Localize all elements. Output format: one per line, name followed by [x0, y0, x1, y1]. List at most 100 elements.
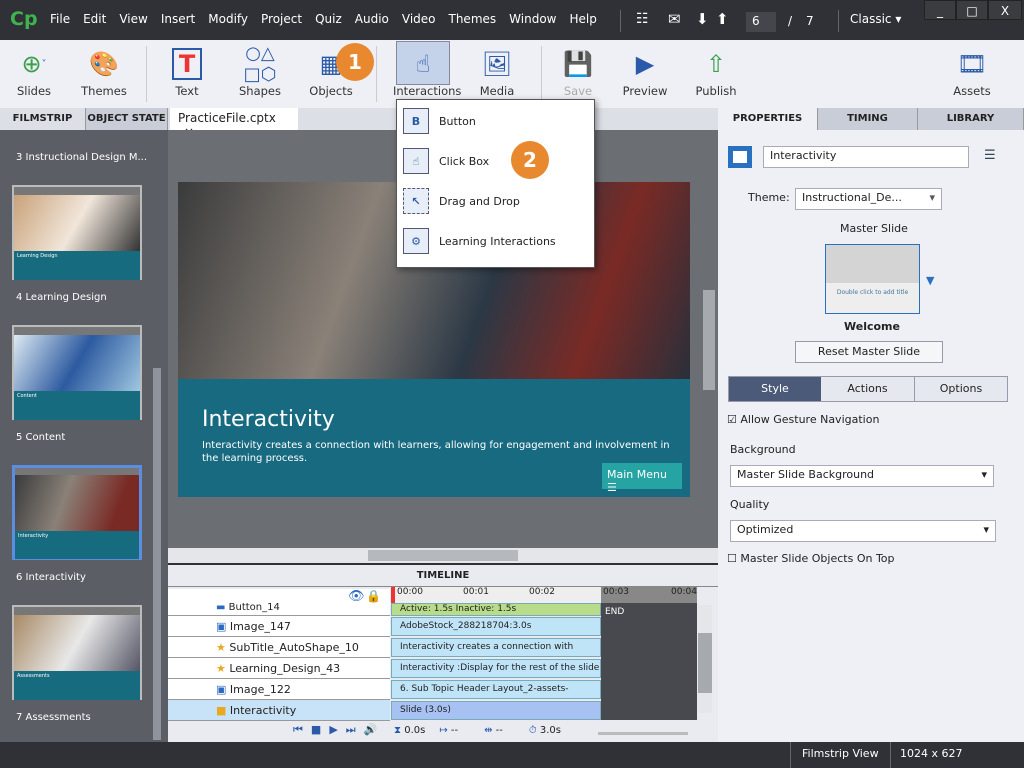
- assets-button[interactable]: 🎞 Assets: [942, 44, 1002, 98]
- shapes-button[interactable]: ○△ □⬡ Shapes: [230, 43, 290, 98]
- menu-insert[interactable]: Insert: [161, 12, 195, 26]
- menu-quiz[interactable]: Quiz: [315, 12, 342, 26]
- audio-icon: 🔊: [363, 723, 386, 736]
- themes-button[interactable]: 🎨 Themes: [74, 44, 134, 98]
- page-input[interactable]: 6: [746, 12, 776, 32]
- publish-button[interactable]: ⇧ Publish: [686, 44, 746, 98]
- slides-button[interactable]: ⊕ ˅ Slides: [4, 44, 64, 98]
- close-button[interactable]: X: [988, 0, 1022, 20]
- eye-icon[interactable]: 👁: [348, 589, 365, 604]
- timeline-end-area: END: [601, 603, 697, 720]
- timeline-row[interactable]: ▣ Image_122: [168, 679, 390, 700]
- timeline-row-selected[interactable]: ■ Interactivity: [168, 700, 390, 721]
- timeline-bar[interactable]: Slide (3.0s): [391, 701, 601, 720]
- menu-item-learning-interactions[interactable]: ⚙ Learning Interactions: [397, 221, 594, 261]
- slide-thumbnail[interactable]: Assessments: [12, 605, 142, 701]
- tab-timing[interactable]: TIMING: [818, 108, 918, 130]
- timeline-bar[interactable]: 6. Sub Topic Header Layout_2-assets-02:3…: [391, 680, 601, 711]
- stage-hscrollbar[interactable]: [168, 548, 718, 563]
- minimize-button[interactable]: _: [924, 0, 956, 20]
- maximize-button[interactable]: □: [956, 0, 988, 20]
- media-button[interactable]: 🖼 Media: [467, 44, 527, 98]
- time-ruler[interactable]: 00:00 00:01 00:02: [391, 587, 601, 603]
- slide-thumbnail-selected[interactable]: Interactivity: [12, 465, 142, 560]
- subtab-style[interactable]: Style: [729, 377, 821, 401]
- filmstrip-scrollbar[interactable]: [153, 368, 161, 740]
- tick: 00:04: [671, 587, 697, 597]
- quality-dropdown[interactable]: Optimized ▾: [730, 520, 996, 542]
- slide-name-input[interactable]: Interactivity: [763, 146, 969, 168]
- tab-document[interactable]: PracticeFile.cptx ×: [170, 108, 298, 139]
- lock-icon[interactable]: 🔒: [366, 589, 381, 603]
- mail-icon[interactable]: ✉: [668, 10, 681, 28]
- arrow-down-icon[interactable]: ⬇: [696, 10, 709, 28]
- tab-properties[interactable]: PROPERTIES: [718, 108, 818, 130]
- preview-button[interactable]: ▶ Preview: [615, 44, 675, 98]
- playback-controls[interactable]: ⏮■▶⏭🔊: [293, 723, 385, 737]
- background-dropdown[interactable]: Master Slide Background ▾: [730, 465, 994, 487]
- total-pages: 7: [806, 14, 814, 28]
- row-name: Image_147: [229, 620, 291, 633]
- timeline-row[interactable]: ▣ Image_147: [168, 616, 390, 637]
- interactions-button[interactable]: ☝ Interactions: [393, 44, 461, 98]
- text-button[interactable]: T Text: [157, 44, 217, 98]
- hand-pointer-icon: ☝: [415, 50, 431, 78]
- menu-help[interactable]: Help: [569, 12, 596, 26]
- menu-audio[interactable]: Audio: [355, 12, 389, 26]
- tab-object-state[interactable]: OBJECT STATE: [86, 108, 168, 130]
- master-objects-on-top-checkbox[interactable]: ☐ Master Slide Objects On Top: [727, 552, 895, 565]
- timeline-row[interactable]: ★ SubTitle_AutoShape_10: [168, 637, 390, 658]
- comment-icon[interactable]: ☷: [636, 11, 649, 27]
- timeline-row[interactable]: ★ Learning_Design_43: [168, 658, 390, 679]
- slide-thumbnail[interactable]: Learning Design: [12, 185, 142, 281]
- duration: --: [495, 725, 503, 736]
- menu-window[interactable]: Window: [509, 12, 556, 26]
- menu-view[interactable]: View: [119, 12, 147, 26]
- theme-dropdown[interactable]: Instructional_De... ▾: [795, 188, 942, 210]
- plus-circle-icon: ⊕ ˅: [21, 50, 47, 78]
- master-on-top-label: Master Slide Objects On Top: [740, 552, 895, 565]
- timeline-scrollbar[interactable]: [698, 605, 712, 713]
- menu-modify[interactable]: Modify: [208, 12, 248, 26]
- menu-item-button[interactable]: B Button: [397, 101, 594, 141]
- menu-item-click-box[interactable]: ☝ Click Box: [397, 141, 594, 181]
- stopwatch-icon: ⏱: [528, 725, 540, 736]
- workspace-dropdown[interactable]: Classic ▾: [850, 12, 901, 26]
- gesture-navigation-checkbox[interactable]: ☑ Allow Gesture Navigation: [727, 413, 879, 426]
- subtab-options[interactable]: Options: [915, 377, 1007, 401]
- menu-project[interactable]: Project: [261, 12, 302, 26]
- menu-file[interactable]: File: [50, 12, 70, 26]
- timeline-bar[interactable]: Interactivity creates a connection with …: [391, 638, 601, 669]
- master-thumb-text: Double click to add title: [836, 289, 909, 296]
- shapes-label: Shapes: [238, 84, 281, 98]
- menu-item-drag-and-drop[interactable]: ↖ Drag and Drop: [397, 181, 594, 221]
- menu-video[interactable]: Video: [402, 12, 436, 26]
- total-time: 3.0s: [539, 725, 561, 736]
- master-slide-thumbnail[interactable]: Double click to add title: [825, 244, 920, 314]
- menu-edit[interactable]: Edit: [83, 12, 106, 26]
- timeline-bar[interactable]: Interactivity :Display for the rest of t…: [391, 659, 601, 678]
- slide-title: Interactivity: [202, 407, 335, 432]
- zoom-slider[interactable]: [598, 732, 688, 735]
- options-menu-icon[interactable]: ☰: [984, 148, 996, 163]
- text-label: Text: [175, 84, 199, 98]
- slide-label: 4 Learning Design: [16, 292, 107, 303]
- timeline-bar[interactable]: Active: 1.5s Inactive: 1.5s: [391, 603, 601, 616]
- scroll-thumb[interactable]: [368, 550, 518, 561]
- menu-item-label: Learning Interactions: [439, 234, 556, 248]
- tab-filmstrip[interactable]: FILMSTRIP: [0, 108, 86, 130]
- arrow-up-icon[interactable]: ⬆: [716, 10, 729, 28]
- master-dropdown-icon[interactable]: ▼: [926, 274, 934, 287]
- save-button[interactable]: 💾 Save: [548, 44, 608, 98]
- subtab-actions[interactable]: Actions: [821, 377, 915, 401]
- timeline-bar[interactable]: AdobeStock_288218704:3.0s: [391, 617, 601, 636]
- reset-master-slide-button[interactable]: Reset Master Slide: [795, 341, 943, 363]
- stop-icon: ■: [310, 723, 330, 736]
- slide-thumbnail[interactable]: Content: [12, 325, 142, 421]
- main-menu-button[interactable]: Main Menu ☰: [602, 463, 682, 494]
- menu-item-label: Click Box: [439, 154, 490, 168]
- tab-library[interactable]: LIBRARY: [918, 108, 1024, 130]
- menu-themes[interactable]: Themes: [449, 12, 497, 26]
- menu-list: File Edit View Insert Modify Project Qui…: [50, 12, 597, 26]
- stage-vscrollbar[interactable]: [703, 290, 715, 390]
